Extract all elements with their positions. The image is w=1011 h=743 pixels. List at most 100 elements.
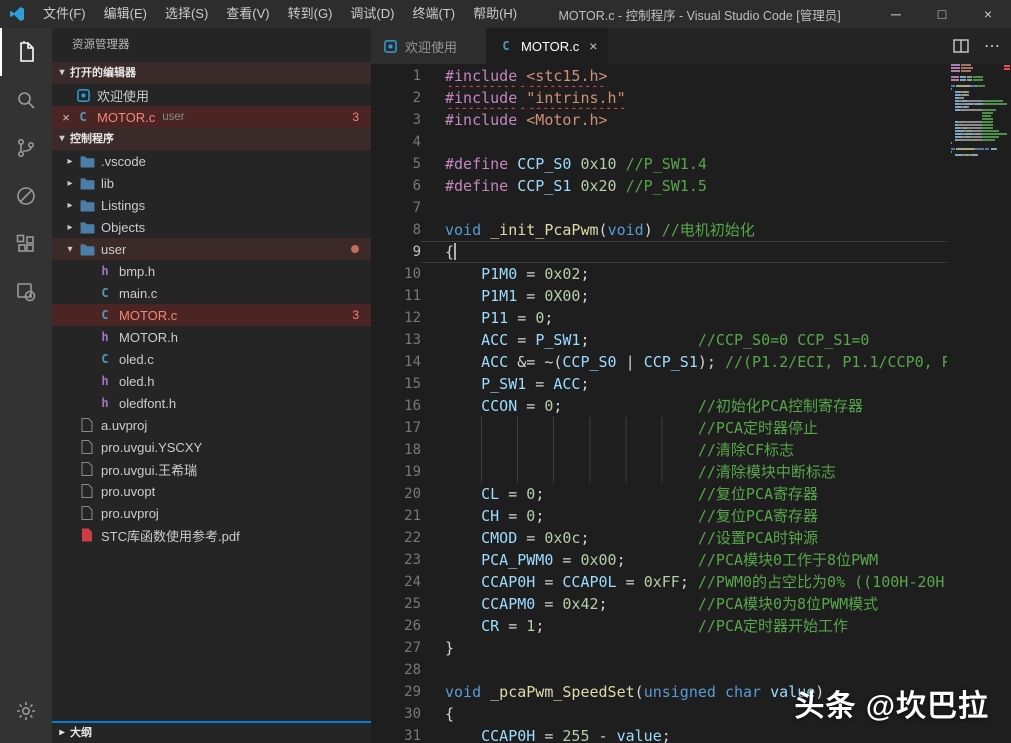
line-number[interactable]: 9 [371,241,421,263]
tree-item[interactable]: pro.uvopt [52,480,371,502]
token: = [499,485,526,503]
line-number[interactable]: 15 [371,373,421,395]
code-line: 1#include <stc15.h> [371,65,1011,87]
tab-MOTOR.c[interactable]: CMOTOR.c× [487,28,608,64]
line-number[interactable]: 27 [371,637,421,659]
tab-label: MOTOR.c [521,39,579,54]
tree-item[interactable]: ▸Objects [52,216,371,238]
token: void [445,221,481,239]
line-number[interactable]: 10 [371,263,421,285]
menu-item[interactable]: 选择(S) [156,0,217,28]
line-number[interactable]: 20 [371,483,421,505]
outline-section[interactable]: ▸ 大纲 [52,721,371,743]
line-number[interactable]: 4 [371,131,421,153]
tree-item[interactable]: pro.uvgui.YSCXY [52,436,371,458]
tab-欢迎使用[interactable]: 欢迎使用 [371,28,487,64]
line-number[interactable]: 22 [371,527,421,549]
tree-item[interactable]: CMOTOR.c3 [52,304,371,326]
minimap-line [951,88,1011,90]
line-number[interactable]: 5 [371,153,421,175]
problems-badge: 3 [352,308,359,322]
line-number[interactable]: 31 [371,725,421,743]
line-number[interactable]: 14 [371,351,421,373]
tree-item[interactable]: pro.uvgui.王希瑞 [52,458,371,480]
open-editor-item[interactable]: 欢迎使用 [52,84,371,106]
menu-item[interactable]: 编辑(E) [95,0,156,28]
minimap-line [951,154,1011,156]
line-number[interactable]: 3 [371,109,421,131]
line-number[interactable]: 28 [371,659,421,681]
line-number[interactable]: 18 [371,439,421,461]
tree-item-label: main.c [119,286,157,301]
tree-item[interactable]: holed.h [52,370,371,392]
tree-item[interactable]: ▾user [52,238,371,260]
menu-item[interactable]: 查看(V) [217,0,278,28]
tree-item[interactable]: hMOTOR.h [52,326,371,348]
file-icon [78,439,96,455]
source-control-icon[interactable] [0,124,52,172]
split-editor-icon[interactable] [952,37,970,55]
c-file-icon: C [96,307,114,323]
explorer-icon[interactable] [0,28,52,76]
tree-item[interactable]: holedfont.h [52,392,371,414]
line-number[interactable]: 2 [371,87,421,109]
line-number[interactable]: 26 [371,615,421,637]
tree-item[interactable]: pro.uvproj [52,502,371,524]
tree-item[interactable]: a.uvproj [52,414,371,436]
more-actions-icon[interactable]: ⋯ [984,36,1001,56]
search-icon[interactable] [0,76,52,124]
tree-item[interactable]: Cmain.c [52,282,371,304]
line-number[interactable]: 11 [371,285,421,307]
maximize-button[interactable]: □ [919,0,965,28]
folder-icon [78,241,96,257]
line-number[interactable]: 16 [371,395,421,417]
welcome-icon [381,38,399,54]
close-editor-icon[interactable]: × [58,110,74,125]
token: } [445,639,454,657]
token: ) [644,221,662,239]
line-number[interactable]: 12 [371,307,421,329]
menu-item[interactable]: 调试(D) [341,0,403,28]
line-number[interactable]: 24 [371,571,421,593]
minimap-line [951,145,1011,147]
close-window-button[interactable]: × [965,0,1011,28]
extensions-icon[interactable] [0,220,52,268]
line-number[interactable]: 23 [371,549,421,571]
menu-item[interactable]: 转到(G) [279,0,342,28]
menu-item[interactable]: 文件(F) [34,0,95,28]
workspace-header[interactable]: ▾ 控制程序 [52,128,371,150]
minimize-button[interactable]: ─ [873,0,919,28]
close-tab-icon[interactable]: × [579,38,597,54]
minimap[interactable] [947,64,1011,743]
editor-actions: ⋯ [952,28,1011,64]
tree-item[interactable]: ▸.vscode [52,150,371,172]
menu-item[interactable]: 终端(T) [403,0,464,28]
line-number[interactable]: 7 [371,197,421,219]
code-area[interactable]: 1#include <stc15.h>2#include "intrins.h"… [371,64,1011,743]
debug-icon[interactable] [0,172,52,220]
token: - [590,727,617,743]
line-number[interactable]: 8 [371,219,421,241]
line-number[interactable]: 17 [371,417,421,439]
tree-item[interactable]: ▸lib [52,172,371,194]
open-editor-item[interactable]: ×CMOTOR.cuser3 [52,106,371,128]
line-number[interactable]: 19 [371,461,421,483]
line-number[interactable]: 29 [371,681,421,703]
settings-icon[interactable] [0,687,52,735]
token: = [517,265,544,283]
menu-item[interactable]: 帮助(H) [464,0,526,28]
tree-item[interactable]: Coled.c [52,348,371,370]
line-number[interactable]: 30 [371,703,421,725]
tree-item[interactable]: STC库函数使用参考.pdf [52,524,371,546]
token: ; [617,551,698,569]
tree-item[interactable]: hbmp.h [52,260,371,282]
line-number[interactable]: 6 [371,175,421,197]
line-number[interactable]: 13 [371,329,421,351]
open-editors-header[interactable]: ▾ 打开的编辑器 [52,62,371,84]
line-number[interactable]: 1 [371,65,421,87]
history-icon[interactable] [0,268,52,316]
line-content [421,197,1011,219]
line-number[interactable]: 25 [371,593,421,615]
line-number[interactable]: 21 [371,505,421,527]
tree-item[interactable]: ▸Listings [52,194,371,216]
